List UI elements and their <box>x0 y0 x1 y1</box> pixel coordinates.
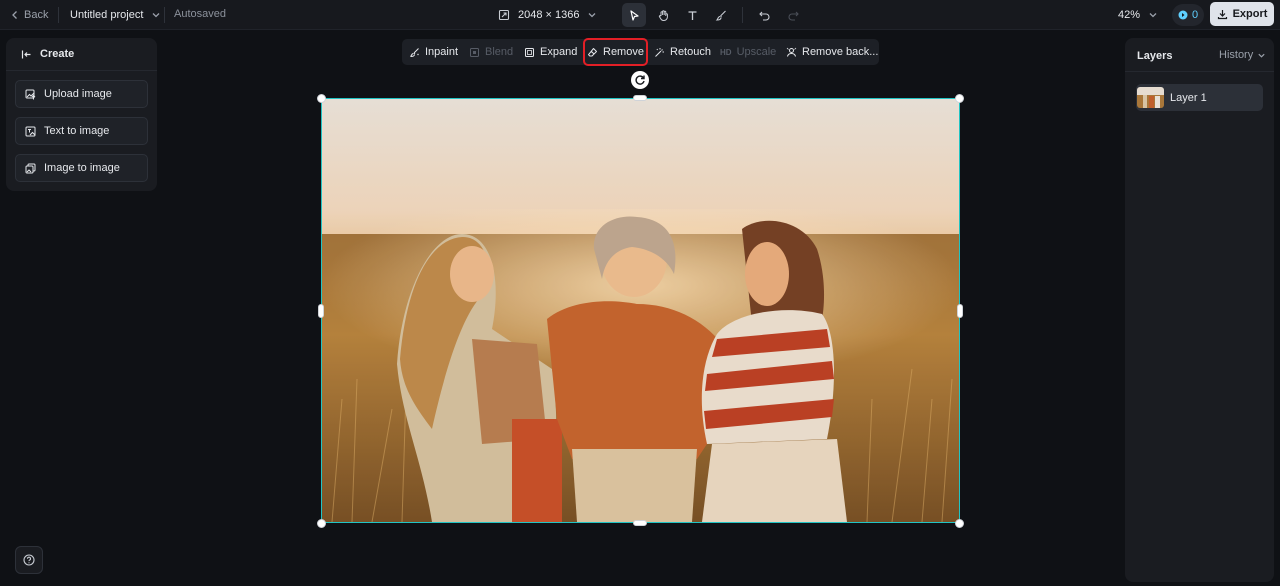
eraser-icon <box>588 47 597 56</box>
undo-icon <box>758 11 769 21</box>
redo-button[interactable] <box>781 3 805 27</box>
text-tool-button[interactable] <box>680 3 704 27</box>
edit-tool-label: Expand <box>540 46 578 58</box>
edit-tool-label: Retouch <box>670 46 711 58</box>
resize-handle-top-left[interactable] <box>317 94 326 103</box>
image-to-image-icon <box>25 163 36 173</box>
brush-tool-button[interactable] <box>709 3 733 27</box>
remove-background-button[interactable]: Remove back... <box>786 42 878 62</box>
chevron-down-icon <box>1258 53 1265 58</box>
hand-icon <box>658 9 668 21</box>
upload-image-button[interactable]: Upload image <box>15 80 148 108</box>
rotate-icon <box>635 75 645 85</box>
resize-handle-bottom-left[interactable] <box>317 519 326 528</box>
credit-icon <box>1178 10 1188 20</box>
zoom-level: 42% <box>1118 9 1141 21</box>
layer-thumbnail-image <box>1137 87 1164 108</box>
tool-group <box>622 3 805 27</box>
blend-button[interactable]: Blend <box>469 42 513 62</box>
expand-button[interactable]: Expand <box>524 42 577 62</box>
save-status: Autosaved <box>174 8 226 20</box>
undo-button[interactable] <box>752 3 776 27</box>
upscale-button[interactable]: HD Upscale <box>720 42 776 62</box>
help-button[interactable] <box>15 546 43 574</box>
brush-icon <box>715 10 726 21</box>
credits-count: 0 <box>1191 9 1199 21</box>
zoom-dropdown[interactable]: 42% <box>1118 6 1158 24</box>
resize-handle-left[interactable] <box>318 304 324 318</box>
canvas-size-dropdown[interactable]: 2048 × 1366 <box>498 6 597 24</box>
create-item-label: Text to image <box>44 125 110 137</box>
edit-tool-label: Remove back... <box>802 46 879 58</box>
resize-icon <box>498 9 510 21</box>
back-button[interactable]: Back <box>10 6 48 24</box>
history-tab[interactable]: History <box>1219 49 1266 61</box>
layer-thumbnail <box>1137 87 1164 108</box>
resize-handle-bottom[interactable] <box>633 520 647 526</box>
pan-tool-button[interactable] <box>651 3 675 27</box>
text-to-image-button[interactable]: Text to image <box>15 117 148 145</box>
resize-handle-bottom-right[interactable] <box>955 519 964 528</box>
project-name: Untitled project <box>70 9 144 21</box>
canvas-dimensions: 2048 × 1366 <box>518 9 580 21</box>
layers-panel: Layers History Layer 1 <box>1125 38 1274 582</box>
cursor-icon <box>629 9 639 21</box>
rotate-handle[interactable] <box>631 71 649 89</box>
create-panel: Create Upload image Text to image Image … <box>6 38 157 191</box>
inpaint-icon <box>410 47 419 57</box>
layers-tab[interactable]: Layers <box>1137 50 1172 62</box>
expand-icon <box>525 47 534 57</box>
remove-button[interactable]: Remove <box>583 38 648 66</box>
image-to-image-button[interactable]: Image to image <box>15 154 148 182</box>
divider <box>742 7 743 23</box>
download-icon <box>1217 9 1227 19</box>
hd-icon: HD <box>720 47 732 57</box>
divider <box>1125 71 1274 72</box>
edit-tool-label: Remove <box>603 46 644 58</box>
text-to-image-icon <box>25 126 36 136</box>
layer-name: Layer 1 <box>1170 91 1207 104</box>
export-button[interactable]: Export <box>1210 2 1274 26</box>
resize-handle-top[interactable] <box>633 95 647 101</box>
remove-background-icon <box>786 47 797 57</box>
chevron-down-icon <box>589 13 596 18</box>
history-label: History <box>1219 49 1254 61</box>
project-name-dropdown[interactable]: Untitled project <box>70 6 161 24</box>
create-item-label: Image to image <box>44 162 120 174</box>
back-label: Back <box>24 9 49 21</box>
magic-wand-icon <box>655 47 664 57</box>
resize-handle-right[interactable] <box>957 304 963 318</box>
credits-badge[interactable]: 0 <box>1172 4 1204 26</box>
top-bar: Back Untitled project Autosaved 2048 × 1… <box>0 0 1280 30</box>
resize-handle-top-right[interactable] <box>955 94 964 103</box>
canvas-image[interactable] <box>321 98 960 523</box>
inpaint-button[interactable]: Inpaint <box>409 42 458 62</box>
divider <box>58 7 59 23</box>
edit-tool-label: Upscale <box>736 46 777 58</box>
photo-three-women-in-field <box>322 99 959 522</box>
divider <box>164 7 165 23</box>
chevron-down-icon <box>1149 13 1157 18</box>
export-label: Export <box>1232 8 1268 20</box>
chevron-down-icon <box>152 13 160 18</box>
edit-tool-label: Blend <box>485 46 514 58</box>
layer-item[interactable]: Layer 1 <box>1136 84 1263 111</box>
help-icon <box>23 554 35 566</box>
select-tool-button[interactable] <box>622 3 646 27</box>
edit-toolbar: Inpaint Blend Expand Remove Retouch HD U… <box>402 38 879 66</box>
upload-image-icon <box>25 89 36 99</box>
edit-tool-label: Inpaint <box>425 46 459 58</box>
create-panel-header[interactable]: Create <box>6 38 157 71</box>
collapse-left-icon <box>21 50 31 58</box>
blend-icon <box>470 47 479 57</box>
retouch-button[interactable]: Retouch <box>654 42 711 62</box>
redo-icon <box>788 11 799 21</box>
chevron-left-icon <box>12 11 17 19</box>
create-title: Create <box>40 48 75 60</box>
text-icon <box>688 10 696 20</box>
create-item-label: Upload image <box>44 88 112 100</box>
